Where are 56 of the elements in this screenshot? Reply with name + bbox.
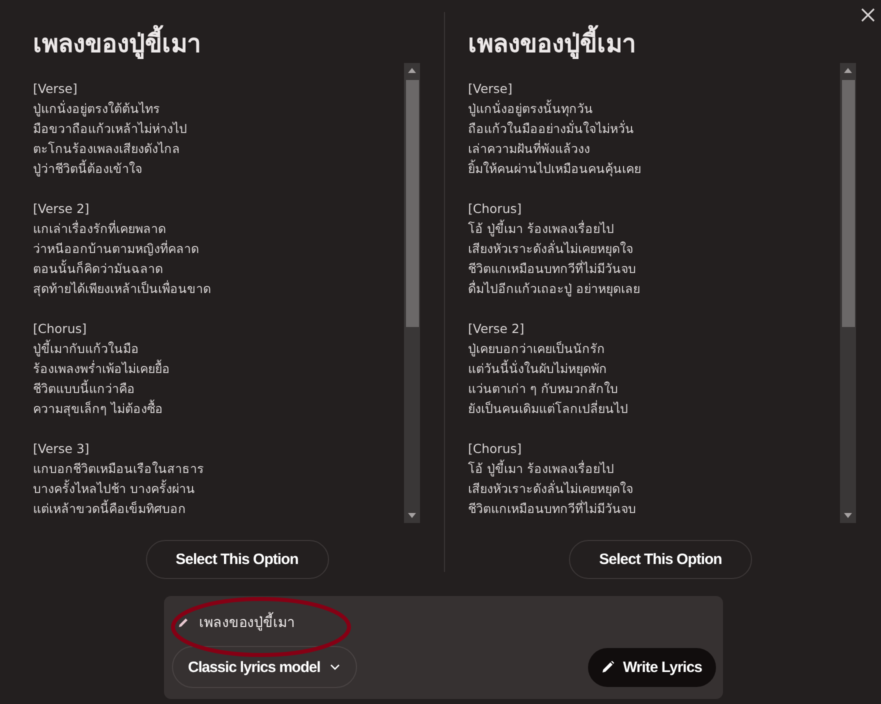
lyric-line: แว่นตาเก่า ๆ กับหมวกสักใบ: [468, 380, 619, 398]
lyric-line: ความสุขเล็กๆ ไม่ต้องซื้อ: [33, 399, 164, 418]
select-option-button[interactable]: Select This Option: [146, 540, 328, 579]
lyric-line: แกเล่าเรื่องรักที่เคยพลาด: [33, 219, 167, 238]
lyric-line: ตะโกนร้องเพลงเสียงดังไกล: [33, 140, 181, 158]
song-title-field[interactable]: เพลงของปู่ขี้เมา: [199, 611, 716, 633]
pencil-icon: [602, 661, 614, 673]
model-dropdown[interactable]: Classic lyrics model: [172, 646, 357, 688]
lyric-line: แกบอกชีวิตเหมือนเรือในสาธาร: [33, 460, 205, 478]
select-option-button[interactable]: Select This Option: [569, 540, 752, 579]
section-heading: [Verse 2]: [468, 320, 526, 338]
chevron-down-icon: [330, 664, 340, 670]
lyric-line: ปู่เคยบอกว่าเคยเป็นนักรัก: [468, 340, 606, 358]
lyric-line: เสียงหัวเราะดังลั่นไม่เคยหยุดใจ: [468, 239, 634, 258]
option-title: เพลงของปู่ขี้เมา: [33, 24, 444, 63]
pencil-icon: [178, 616, 189, 628]
lyric-line: สุดท้ายได้เพียงเหล้าเป็นเพื่อนขาด: [33, 279, 212, 298]
lyric-line: ยังเป็นคนเดิมแต่โลกเปลี่ยนไป: [468, 399, 629, 418]
lyric-line: ชีวิตแบบนี้แกว่าคือ: [33, 379, 136, 398]
lyric-line: ร้องเพลงพร่ำเพ้อไม่เคยยื้อ: [33, 359, 171, 378]
section-heading: [Verse]: [33, 80, 78, 98]
scroll-up-icon[interactable]: [408, 68, 416, 73]
section-heading: [Verse]: [468, 80, 514, 98]
lyric-line: ปู่แกนั่งอยู่ตรงนั้นทุกวัน: [468, 99, 594, 118]
lyric-line: ชีวิตแกเหมือนบทกวีที่ไม่มีวันจบ: [468, 259, 637, 278]
scroll-down-icon[interactable]: [844, 513, 852, 518]
section-heading: [Chorus]: [468, 440, 523, 458]
scrollbar-thumb[interactable]: [842, 80, 854, 327]
lyric-line: ยิ้มให้คนผ่านไปเหมือนคนคุ้นเคย: [468, 159, 642, 178]
lyric-line: บางครั้งไหลไปช้า บางครั้งผ่าน: [33, 479, 196, 498]
scrollbar[interactable]: [404, 63, 420, 523]
lyric-line: ชีวิตแกเหมือนบทกวีที่ไม่มีวันจบ: [468, 499, 637, 518]
lyric-line: ถือแก้วในมืออย่างมั่นใจไม่หวั่น: [468, 119, 635, 138]
lyric-line: โอ้ ปู่ขี้เมา ร้องเพลงเรื่อยไป: [468, 219, 615, 238]
scrollbar[interactable]: [840, 63, 856, 523]
section-heading: [Verse 3]: [33, 440, 90, 458]
lyric-line: แต่เหล้าขวดนี้คือเข็มทิศบอก: [33, 499, 187, 518]
scroll-down-icon[interactable]: [408, 513, 416, 518]
lyric-line: ดื่มไปอีกแก้วเถอะปู่ อย่าหยุดเลย: [468, 279, 641, 298]
section-heading: [Chorus]: [33, 320, 88, 338]
lyric-line: มือขวาถือแก้วเหล้าไม่ห่างไป: [33, 120, 188, 138]
lyric-line: โอ้ ปู่ขี้เมา ร้องเพลงเรื่อยไป: [468, 459, 615, 478]
lyric-line: ปู่ขี้เมากับแก้วในมือ: [33, 339, 140, 358]
section-heading: [Chorus]: [468, 200, 523, 218]
scrollbar-thumb[interactable]: [406, 80, 418, 327]
lyric-line: ปู่แกนั่งอยู่ตรงใต้ต้นไทร: [33, 99, 161, 118]
write-lyrics-button[interactable]: Write Lyrics: [588, 648, 716, 686]
lyric-line: แต่วันนี้นั่งในผับไม่หยุดพัก: [468, 359, 608, 378]
lyric-line: เสียงหัวเราะดังลั่นไม่เคยหยุดใจ: [468, 479, 634, 498]
lyric-line: เล่าความฝันที่พังแล้วงง: [468, 139, 591, 158]
option-title: เพลงของปู่ขี้เมา: [468, 24, 856, 63]
lyric-line: ว่าหนีออกบ้านตามหญิงที่คลาด: [33, 239, 200, 258]
scroll-up-icon[interactable]: [844, 68, 852, 73]
section-heading: [Verse 2]: [33, 200, 90, 218]
lyric-line: ตอนนั้นก็คิดว่ามันฉลาด: [33, 259, 164, 278]
lyric-line: ปู่ว่าชีวิตนี้ต้องเข้าใจ: [33, 159, 143, 178]
